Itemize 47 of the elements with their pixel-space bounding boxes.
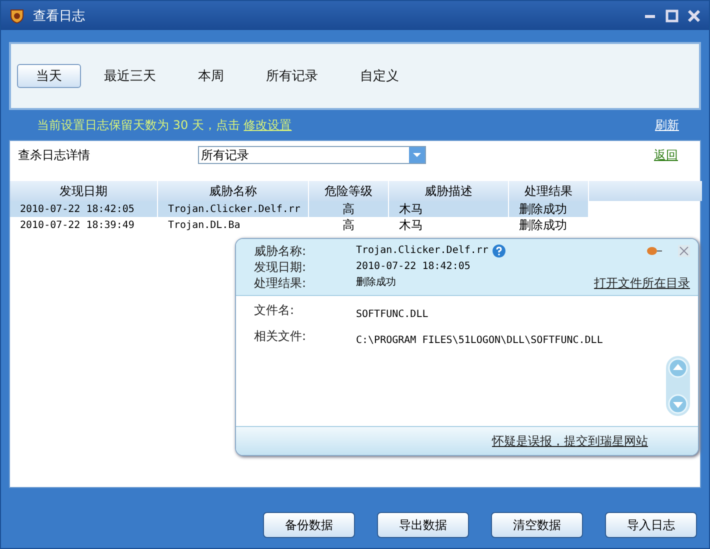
table-cell: Trojan.Clicker.Delf.rr: [158, 201, 309, 217]
table-cell: 高: [309, 201, 389, 217]
table-cell: 木马: [389, 217, 509, 233]
filter-label: 查杀日志详情: [18, 146, 91, 164]
help-icon[interactable]: [492, 244, 506, 258]
table-cell: 2010-07-22 18:39:49: [10, 217, 158, 233]
report-link[interactable]: 怀疑是误报，提交到瑞星网站: [492, 433, 648, 449]
detail-label: 文件名:: [254, 302, 296, 319]
filter-dropdown[interactable]: 所有记录: [198, 146, 426, 164]
table-cell: 2010-07-22 18:42:05: [10, 201, 158, 217]
detail-label: 处理结果:: [254, 275, 308, 291]
shield-icon: [9, 8, 25, 24]
period-tab[interactable]: 本周: [179, 64, 243, 88]
pin-icon[interactable]: [646, 246, 662, 256]
detail-value: SOFTFUNC.DLL: [356, 308, 428, 322]
detail-value: 删除成功: [356, 276, 396, 290]
action-button[interactable]: 导入日志: [605, 512, 697, 538]
detail-label: 发现日期:: [254, 259, 308, 275]
column-header[interactable]: 威胁名称: [158, 181, 309, 201]
period-tab[interactable]: 自定义: [341, 64, 418, 88]
table-cell: 高: [309, 217, 389, 233]
close-icon[interactable]: [678, 245, 690, 257]
column-header[interactable]: 威胁描述: [389, 181, 509, 201]
detail-value: Trojan.Clicker.Delf.rr: [356, 244, 488, 258]
detail-label: 威胁名称:: [254, 243, 308, 259]
column-header[interactable]: 处理结果: [509, 181, 589, 201]
period-tab[interactable]: 最近三天: [85, 64, 175, 88]
table-cell: Trojan.DL.Ba: [158, 217, 309, 233]
action-button[interactable]: 清空数据: [491, 512, 583, 538]
table-cell: 木马: [389, 201, 509, 217]
open-folder-link[interactable]: 打开文件所在目录: [594, 275, 690, 291]
action-button[interactable]: 备份数据: [263, 512, 355, 538]
detail-label: 相关文件:: [254, 328, 308, 345]
period-tab[interactable]: 所有记录: [247, 64, 337, 88]
column-header[interactable]: 发现日期: [10, 181, 158, 201]
back-link[interactable]: 返回: [654, 146, 678, 164]
detail-value: C:\PROGRAM FILES\51LOGON\DLL\SOFTFUNC.DLL: [356, 334, 603, 348]
maximize-icon[interactable]: [665, 8, 679, 22]
table-cell: 删除成功: [509, 217, 589, 233]
period-tab[interactable]: 当天: [17, 64, 81, 88]
table-cell: 删除成功: [509, 201, 589, 217]
window-title: 查看日志: [33, 8, 86, 24]
column-header[interactable]: 危险等级: [309, 181, 389, 201]
action-button[interactable]: 导出数据: [377, 512, 469, 538]
retention-notice: 当前设置日志保留天数为 30 天，点击 修改设置: [37, 116, 293, 134]
refresh-link[interactable]: 刷新: [655, 116, 679, 134]
detail-value: 2010-07-22 18:42:05: [356, 260, 470, 274]
